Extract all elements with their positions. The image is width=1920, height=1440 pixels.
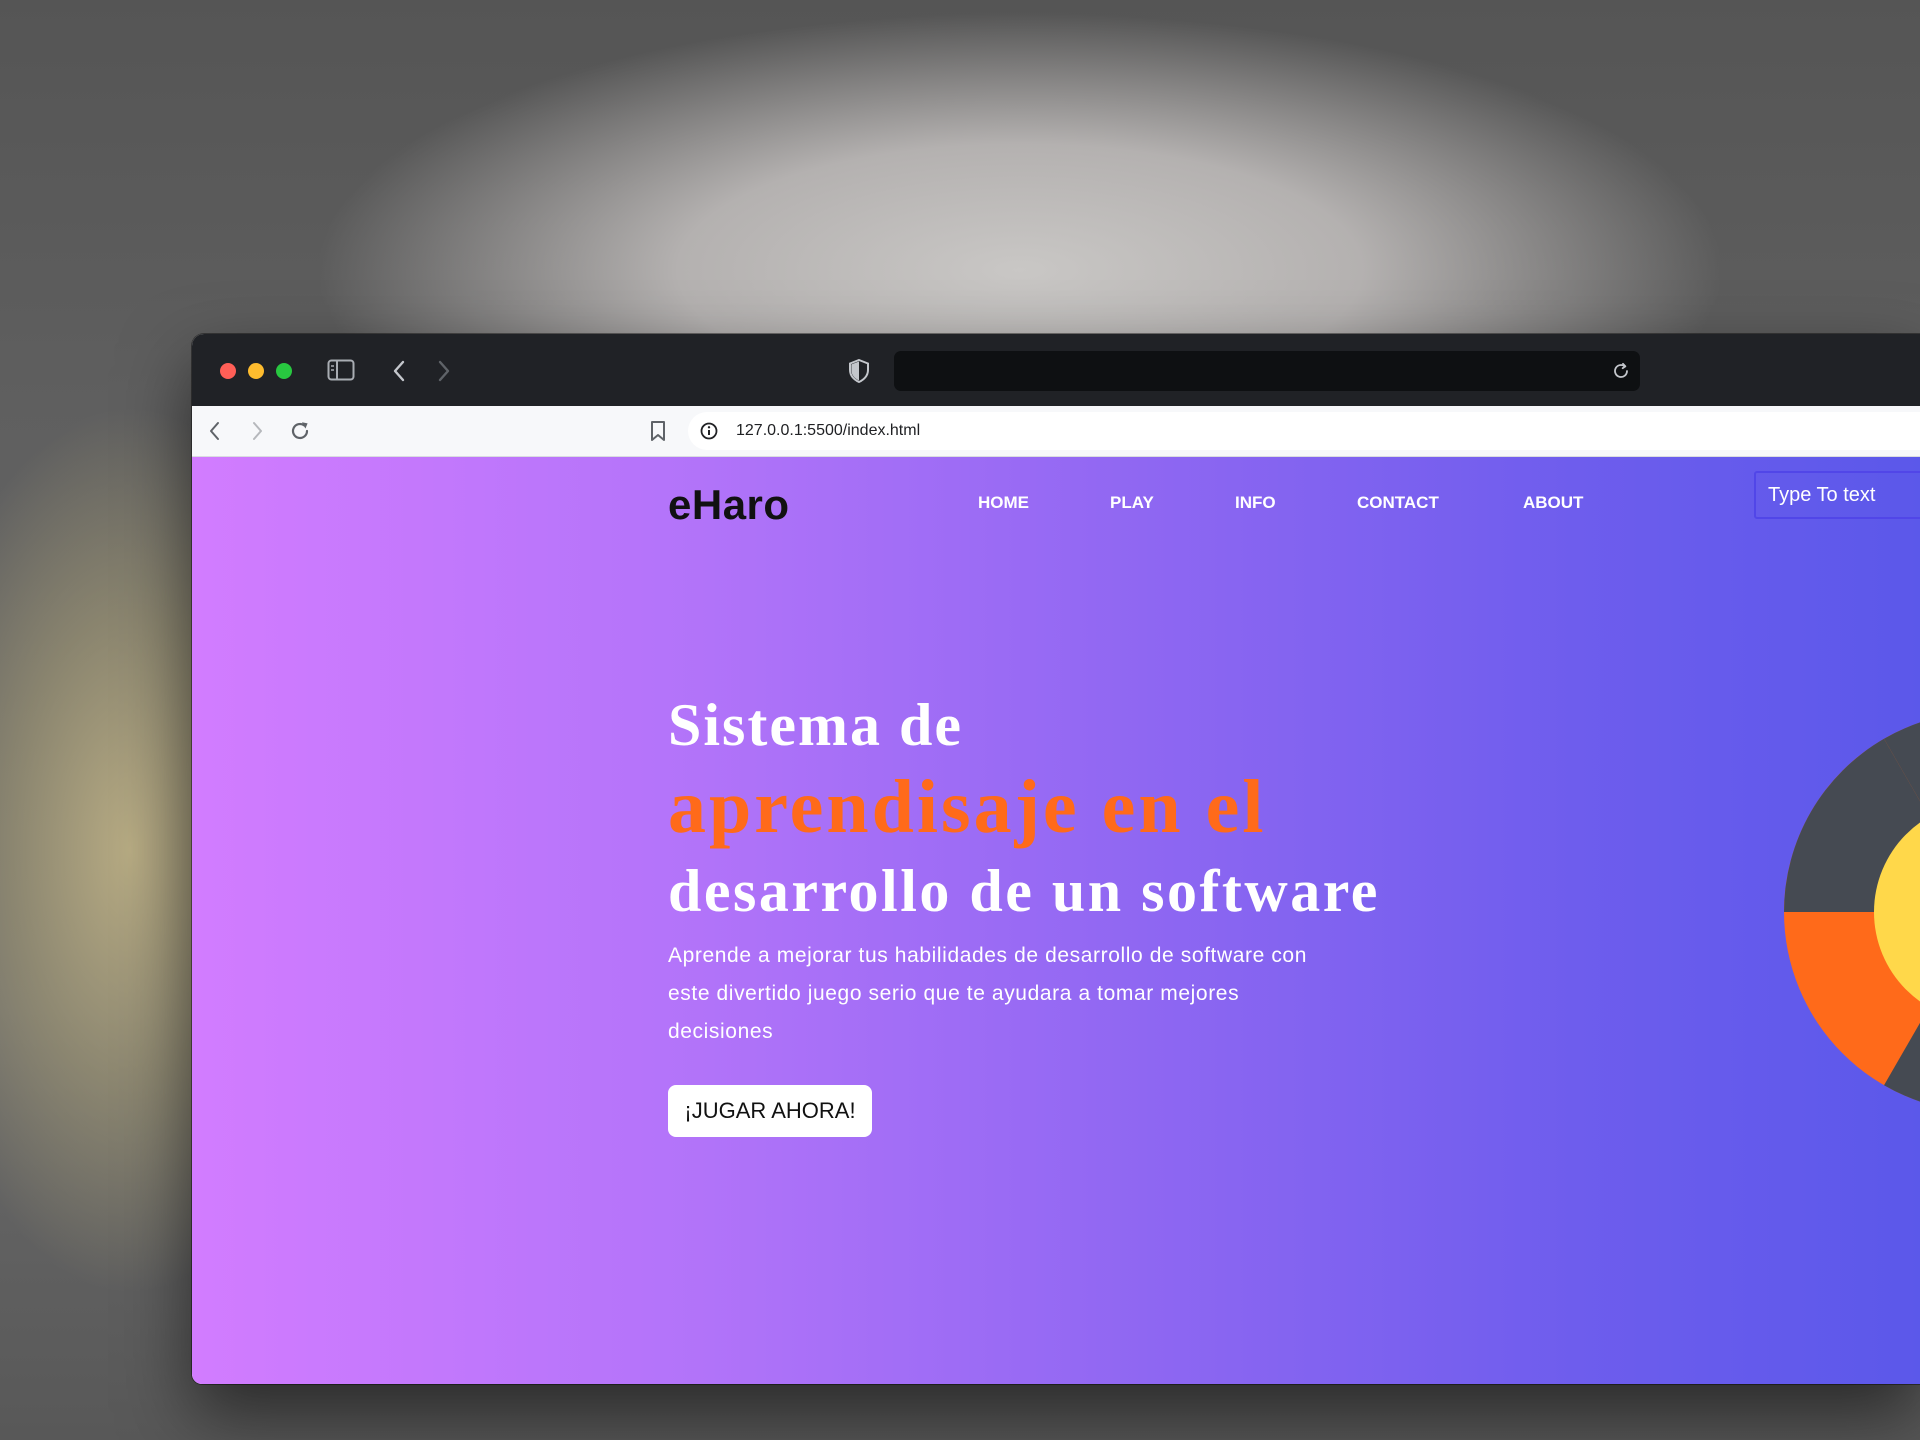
title-address-bar[interactable]	[894, 351, 1640, 391]
sidebar-icon[interactable]	[326, 358, 356, 382]
nav-contact[interactable]: CONTACT	[1357, 493, 1439, 513]
nav-about[interactable]: ABOUT	[1523, 493, 1583, 513]
hero-title: Sistema de aprendisaje en el desarrollo …	[668, 689, 1568, 929]
reload-icon[interactable]	[287, 418, 313, 444]
game-wheel-graphic	[1784, 722, 1920, 1102]
shield-icon[interactable]	[847, 358, 871, 384]
hero-title-line-1: Sistema de	[668, 692, 963, 758]
hero-title-line-3: desarrollo de un software	[668, 858, 1380, 924]
address-bar[interactable]: 127.0.0.1:5500/index.html	[688, 412, 1920, 450]
back-icon[interactable]	[202, 418, 228, 444]
back-icon[interactable]	[388, 358, 410, 384]
forward-icon[interactable]	[433, 358, 455, 384]
info-icon[interactable]	[698, 420, 720, 442]
search-input[interactable]	[1754, 471, 1920, 519]
browser-toolbar: 127.0.0.1:5500/index.html	[192, 406, 1920, 457]
url-text: 127.0.0.1:5500/index.html	[736, 422, 921, 439]
forward-icon[interactable]	[244, 418, 270, 444]
title-bar	[192, 334, 1920, 406]
minimize-window-button[interactable]	[248, 363, 264, 379]
hero-description: Aprende a mejorar tus habilidades de des…	[668, 944, 1307, 1043]
bookmark-icon[interactable]	[645, 418, 671, 444]
reload-icon[interactable]	[1610, 360, 1632, 382]
play-now-button[interactable]: ¡JUGAR AHORA!	[668, 1085, 872, 1137]
nav-play[interactable]: PLAY	[1110, 493, 1154, 513]
maximize-window-button[interactable]	[276, 363, 292, 379]
web-page: eHaro HOME PLAY INFO CONTACT ABOUT Siste…	[192, 457, 1920, 1384]
nav-info[interactable]: INFO	[1235, 493, 1276, 513]
nav-home[interactable]: HOME	[978, 493, 1029, 513]
hero-title-line-2: aprendisaje en el	[668, 765, 1267, 849]
close-window-button[interactable]	[220, 363, 236, 379]
browser-window: 127.0.0.1:5500/index.html eHaro HOME PLA…	[192, 334, 1920, 1384]
site-logo[interactable]: eHaro	[668, 481, 790, 529]
